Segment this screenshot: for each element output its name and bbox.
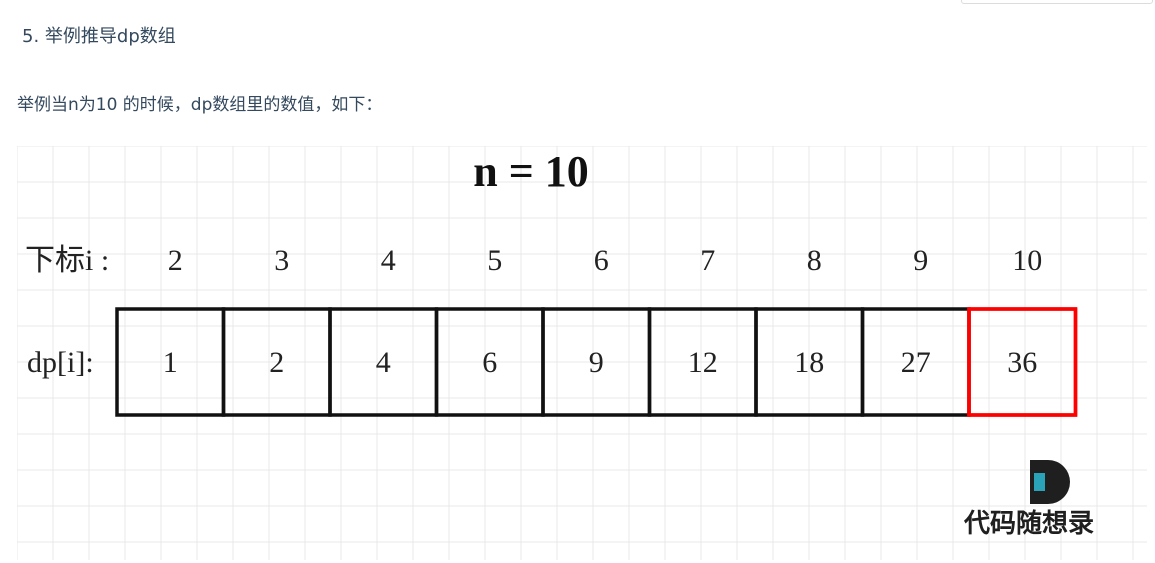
index-value: 10 bbox=[1012, 244, 1042, 277]
index-value: 5 bbox=[487, 244, 502, 277]
dp-value: 27 bbox=[901, 346, 931, 379]
grid-background bbox=[17, 146, 1147, 560]
dp-value: 6 bbox=[482, 346, 497, 379]
index-value: 6 bbox=[594, 244, 609, 277]
intro-paragraph: 举例当n为10 的时候，dp数组里的数值，如下： bbox=[17, 95, 383, 115]
dp-array-figure: n = 10 下标i : dp[i]: 2 3 4 5 6 7 8 9 10 1 2 4 6 9 12 18… bbox=[17, 146, 1147, 560]
index-value: 9 bbox=[913, 244, 928, 277]
figure-title: n = 10 bbox=[473, 147, 589, 196]
top-input-box bbox=[961, 0, 1153, 4]
figure-canvas: n = 10 下标i : dp[i]: 2 3 4 5 6 7 8 9 10 1 2 4 6 9 12 18… bbox=[17, 146, 1147, 560]
dp-value: 4 bbox=[376, 346, 391, 379]
section-heading: 5. 举例推导dp数组 bbox=[22, 26, 176, 47]
index-value: 8 bbox=[807, 244, 822, 277]
index-row-label: 下标i : bbox=[25, 244, 109, 277]
dp-value: 18 bbox=[794, 346, 824, 379]
dp-value: 2 bbox=[269, 346, 284, 379]
dp-value: 1 bbox=[163, 346, 178, 379]
dp-value: 36 bbox=[1007, 346, 1037, 379]
dp-row-label: dp[i]: bbox=[27, 346, 94, 379]
index-value: 7 bbox=[700, 244, 715, 277]
logo: 代码随想录 bbox=[963, 460, 1094, 539]
index-value: 4 bbox=[381, 244, 396, 277]
logo-accent-mark bbox=[1034, 473, 1045, 491]
logo-text: 代码随想录 bbox=[963, 508, 1094, 539]
index-value: 3 bbox=[274, 244, 289, 277]
index-row: 2 3 4 5 6 7 8 9 10 bbox=[168, 244, 1043, 277]
index-value: 2 bbox=[168, 244, 183, 277]
dp-value: 9 bbox=[589, 346, 604, 379]
dp-value: 12 bbox=[688, 346, 718, 379]
